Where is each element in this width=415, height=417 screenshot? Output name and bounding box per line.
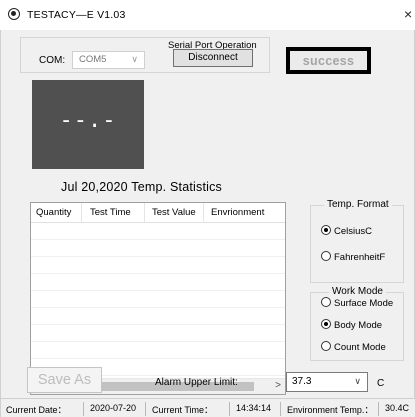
row-line [31, 290, 285, 291]
status-time-value: 14:34:14 [233, 402, 281, 416]
row-line [31, 256, 285, 257]
chevron-down-icon: ∨ [354, 376, 361, 386]
temperature-value: --.- [59, 108, 117, 133]
com-label: COM: [39, 55, 66, 66]
radio-celsius-label: CelsiusC [334, 226, 373, 237]
status-bar: Current Date： 2020-07-20 Current Time： 1… [1, 398, 415, 417]
radio-fahrenheit-label: FahrenheitF [334, 252, 386, 263]
radio-checked-icon [321, 225, 331, 235]
work-mode-group: Work Mode Surface Mode Body Mode Count M… [310, 286, 404, 361]
alarm-upper-limit-select[interactable]: 37.3 ∨ [286, 372, 368, 392]
stats-title: Jul 20,2020 Temp. Statistics [61, 180, 223, 194]
radio-body-mode[interactable]: Body Mode [321, 319, 382, 331]
radio-surface-mode[interactable]: Surface Mode [321, 297, 393, 309]
alarm-upper-limit-label: Alarm Upper Limit: [155, 377, 238, 388]
radio-body-mode-label: Body Mode [334, 320, 383, 331]
column-header-test-value[interactable]: Test Value [152, 207, 196, 218]
column-header-environment[interactable]: Envrionment [211, 207, 264, 218]
table-header: Quantity Test Time Test Value Envrionmen… [31, 203, 285, 223]
radio-unchecked-icon [321, 251, 331, 261]
status-env-value: 30.4C [385, 403, 410, 413]
column-header-quantity[interactable]: Quantity [36, 207, 71, 218]
radio-count-mode-label: Count Mode [334, 342, 386, 353]
save-as-button[interactable]: Save As [27, 367, 102, 393]
title-bar: TESTACY—E V1.03 × [0, 0, 415, 30]
row-line [31, 324, 285, 325]
radio-unchecked-icon [321, 341, 331, 351]
column-divider [144, 203, 145, 223]
alarm-unit-label: C [377, 378, 385, 389]
scroll-right-icon[interactable]: > [275, 380, 281, 391]
com-port-value: COM5 [79, 54, 107, 65]
chevron-down-icon: ∨ [131, 54, 138, 64]
row-line [31, 239, 285, 240]
temperature-display: --.- [32, 80, 144, 169]
radio-fahrenheit[interactable]: FahrenheitF [321, 251, 385, 263]
app-icon [8, 8, 20, 20]
radio-checked-icon [321, 319, 331, 329]
work-mode-caption: Work Mode [329, 286, 386, 297]
status-time-label: Current Time： [149, 402, 230, 416]
status-env-label: Environment Temp.： [284, 402, 379, 416]
temp-format-caption: Temp. Format [324, 199, 392, 210]
radio-count-mode[interactable]: Count Mode [321, 341, 386, 353]
row-line [31, 341, 285, 342]
column-divider [203, 203, 204, 223]
connection-status-box: success [286, 47, 371, 74]
row-line [31, 358, 285, 359]
status-date-value: 2020-07-20 [87, 402, 146, 416]
column-divider [81, 203, 82, 223]
row-line [31, 273, 285, 274]
alarm-upper-limit-value: 37.3 [292, 376, 312, 387]
com-port-select[interactable]: COM5 ∨ [72, 51, 145, 69]
column-header-test-time[interactable]: Test Time [90, 207, 131, 218]
status-date-label: Current Date： [3, 402, 84, 416]
main-panel: Serial Port Operation COM: COM5 ∨ Discon… [0, 30, 415, 417]
radio-surface-mode-label: Surface Mode [334, 298, 394, 309]
row-line [31, 307, 285, 308]
window-title: TESTACY—E V1.03 [27, 9, 126, 21]
close-icon[interactable]: × [404, 6, 412, 22]
disconnect-button[interactable]: Disconnect [173, 49, 253, 67]
table-rows [31, 223, 285, 378]
radio-unchecked-icon [321, 297, 331, 307]
radio-celsius[interactable]: CelsiusC [321, 225, 372, 237]
temp-format-group: Temp. Format CelsiusC FahrenheitF [310, 199, 404, 283]
